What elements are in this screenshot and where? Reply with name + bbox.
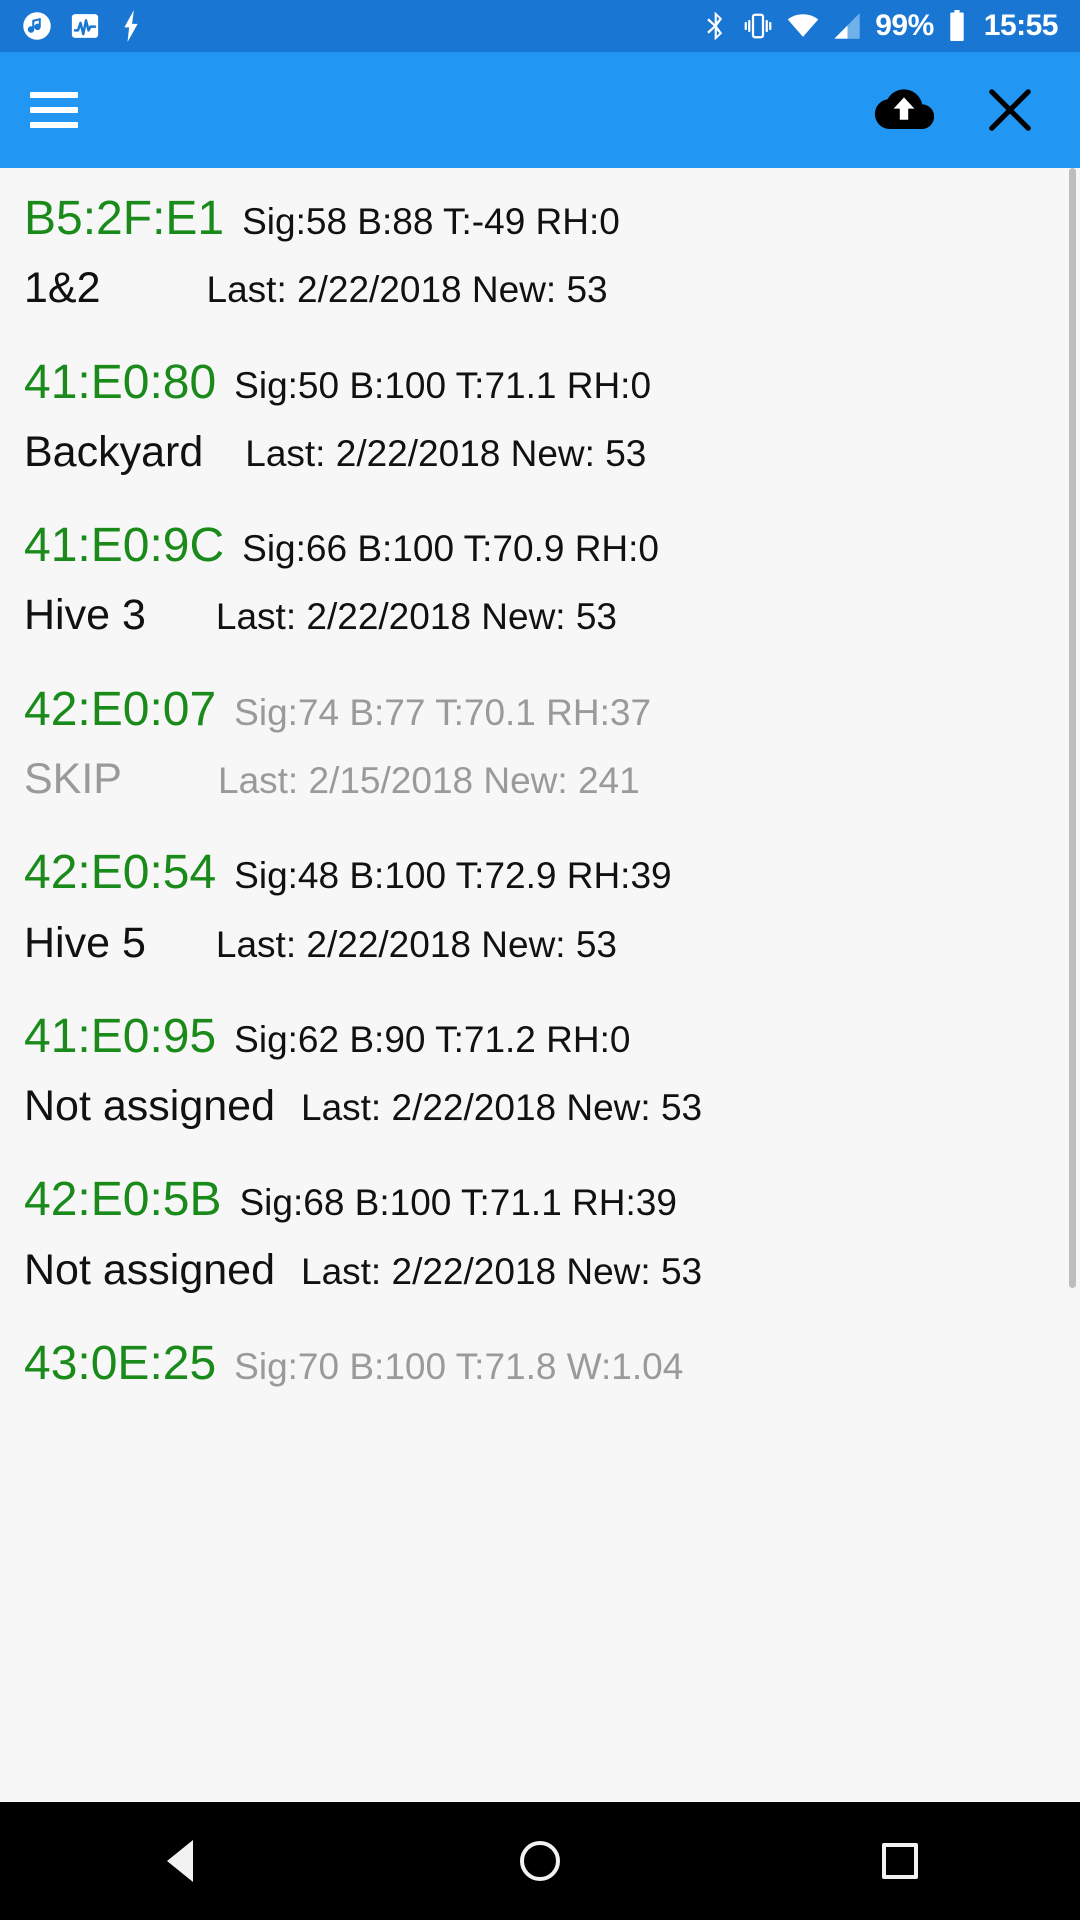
- status-clock: 15:55: [983, 9, 1059, 42]
- back-triangle-shape: [167, 1840, 193, 1882]
- device-id: 42:E0:07: [24, 682, 217, 736]
- vibrate-icon: [743, 10, 773, 42]
- list-item[interactable]: B5:2F:E1 Sig:58 B:88 T:-49 RH:0 1&2 Last…: [0, 168, 1080, 332]
- recents-square-shape: [882, 1843, 918, 1879]
- device-meta: Last: 2/15/2018 New: 241: [218, 759, 640, 801]
- device-meta: Last: 2/22/2018 New: 53: [301, 1250, 703, 1292]
- system-status-bar: 99% 15:55: [0, 0, 1080, 52]
- device-detail-line: Hive 5 Last: 2/22/2018 New: 53: [0, 918, 1080, 967]
- device-meta: Last: 2/22/2018 New: 53: [301, 1087, 703, 1129]
- device-id: B5:2F:E1: [24, 192, 225, 245]
- list-item[interactable]: 41:E0:95 Sig:62 B:90 T:71.2 RH:0 Not ass…: [0, 986, 1080, 1150]
- device-stats: Sig:58 B:88 T:-49 RH:0: [242, 201, 620, 242]
- device-id: 42:E0:54: [24, 846, 217, 900]
- device-stats: Sig:66 B:100 T:70.9 RH:0: [242, 528, 660, 570]
- cloud-upload-icon[interactable]: [874, 87, 934, 133]
- list-item[interactable]: 42:E0:54 Sig:48 B:100 T:72.9 RH:39 Hive …: [0, 822, 1080, 986]
- battery-percent-label: 99%: [875, 9, 934, 42]
- activity-graph-icon: [70, 11, 100, 41]
- device-meta: Last: 2/22/2018 New: 53: [206, 269, 608, 311]
- device-header-line: 42:E0:5B Sig:68 B:100 T:71.1 RH:39: [0, 1173, 1080, 1227]
- status-notification-icons: [22, 10, 144, 42]
- device-name: Backyard: [24, 427, 204, 476]
- music-note-icon: [22, 11, 52, 41]
- system-navigation-bar: [0, 1802, 1080, 1920]
- device-name: Not assigned: [24, 1082, 275, 1131]
- device-id: 41:E0:9C: [24, 519, 225, 573]
- phone-screen: 99% 15:55 B5:2F:E1 Sig:58 B:88 T:-49 RH:…: [0, 0, 1080, 1920]
- device-meta: Last: 2/22/2018 New: 53: [215, 596, 618, 638]
- device-id: 42:E0:5B: [24, 1173, 222, 1227]
- device-detail-line: SKIP Last: 2/15/2018 New: 241: [0, 754, 1080, 803]
- device-meta: Last: 2/22/2018 New: 53: [215, 923, 618, 965]
- battery-full-icon: [948, 10, 966, 42]
- home-circle-shape: [520, 1841, 560, 1881]
- app-toolbar: [0, 52, 1080, 168]
- device-detail-line: Backyard Last: 2/22/2018 New: 53: [0, 427, 1080, 476]
- bluetooth-icon: [703, 10, 729, 42]
- device-name: Hive 5: [24, 918, 146, 967]
- hamburger-bar: [30, 122, 78, 128]
- device-name: 1&2: [24, 264, 101, 313]
- device-name: Not assigned: [24, 1245, 275, 1294]
- device-list[interactable]: B5:2F:E1 Sig:58 B:88 T:-49 RH:0 1&2 Last…: [0, 168, 1080, 1802]
- hamburger-bar: [30, 107, 78, 113]
- device-stats: Sig:70 B:100 T:71.8 W:1.04: [234, 1345, 684, 1387]
- list-item[interactable]: 41:E0:80 Sig:50 B:100 T:71.1 RH:0 Backya…: [0, 332, 1080, 496]
- list-scrollbar[interactable]: [1069, 168, 1076, 1288]
- list-item[interactable]: 43:0E:25 Sig:70 B:100 T:71.8 W:1.04: [0, 1313, 1080, 1409]
- cellular-signal-icon: [833, 13, 861, 39]
- device-name: Hive 3: [24, 591, 146, 640]
- device-header-line: 43:0E:25 Sig:70 B:100 T:71.8 W:1.04: [0, 1336, 1080, 1390]
- device-name: SKIP: [24, 754, 122, 803]
- recents-square-icon[interactable]: [840, 1802, 960, 1920]
- device-id: 41:E0:95: [24, 1009, 217, 1063]
- list-item[interactable]: 42:E0:5B Sig:68 B:100 T:71.1 RH:39 Not a…: [0, 1149, 1080, 1313]
- device-header-line: 41:E0:95 Sig:62 B:90 T:71.2 RH:0: [0, 1009, 1080, 1063]
- status-system-icons: 99% 15:55: [703, 9, 1059, 42]
- device-detail-line: Hive 3 Last: 2/22/2018 New: 53: [0, 593, 1080, 638]
- hamburger-menu-icon[interactable]: [30, 92, 78, 128]
- device-stats: Sig:50 B:100 T:71.1 RH:0: [234, 364, 652, 406]
- device-detail-line: Not assigned Last: 2/22/2018 New: 53: [0, 1082, 1080, 1131]
- device-header-line: 42:E0:54 Sig:48 B:100 T:72.9 RH:39: [0, 846, 1080, 900]
- close-x-icon[interactable]: [984, 84, 1036, 136]
- device-id: 41:E0:80: [24, 355, 217, 409]
- hamburger-bar: [30, 92, 78, 98]
- toolbar-actions: [874, 84, 1050, 136]
- device-detail-line: Not assigned Last: 2/22/2018 New: 53: [0, 1245, 1080, 1294]
- device-stats: Sig:62 B:90 T:71.2 RH:0: [234, 1018, 631, 1060]
- list-item[interactable]: 42:E0:07 Sig:74 B:77 T:70.1 RH:37 SKIP L…: [0, 659, 1080, 823]
- device-header-line: 41:E0:9C Sig:66 B:100 T:70.9 RH:0: [0, 519, 1080, 573]
- device-stats: Sig:74 B:77 T:70.1 RH:37: [234, 691, 652, 733]
- back-triangle-icon[interactable]: [120, 1802, 240, 1920]
- device-header-line: B5:2F:E1 Sig:58 B:88 T:-49 RH:0: [0, 192, 1080, 245]
- home-circle-icon[interactable]: [480, 1802, 600, 1920]
- device-header-line: 42:E0:07 Sig:74 B:77 T:70.1 RH:37: [0, 682, 1080, 736]
- device-header-line: 41:E0:80 Sig:50 B:100 T:71.1 RH:0: [0, 355, 1080, 409]
- device-meta: Last: 2/22/2018 New: 53: [245, 432, 647, 474]
- list-item[interactable]: 41:E0:9C Sig:66 B:100 T:70.9 RH:0 Hive 3…: [0, 495, 1080, 659]
- lightning-bolt-icon: [118, 10, 144, 42]
- wifi-icon: [787, 13, 819, 39]
- device-detail-line: 1&2 Last: 2/22/2018 New: 53: [0, 266, 1080, 311]
- device-stats: Sig:48 B:100 T:72.9 RH:39: [234, 855, 672, 897]
- device-id: 43:0E:25: [24, 1336, 217, 1390]
- device-stats: Sig:68 B:100 T:71.1 RH:39: [239, 1182, 677, 1224]
